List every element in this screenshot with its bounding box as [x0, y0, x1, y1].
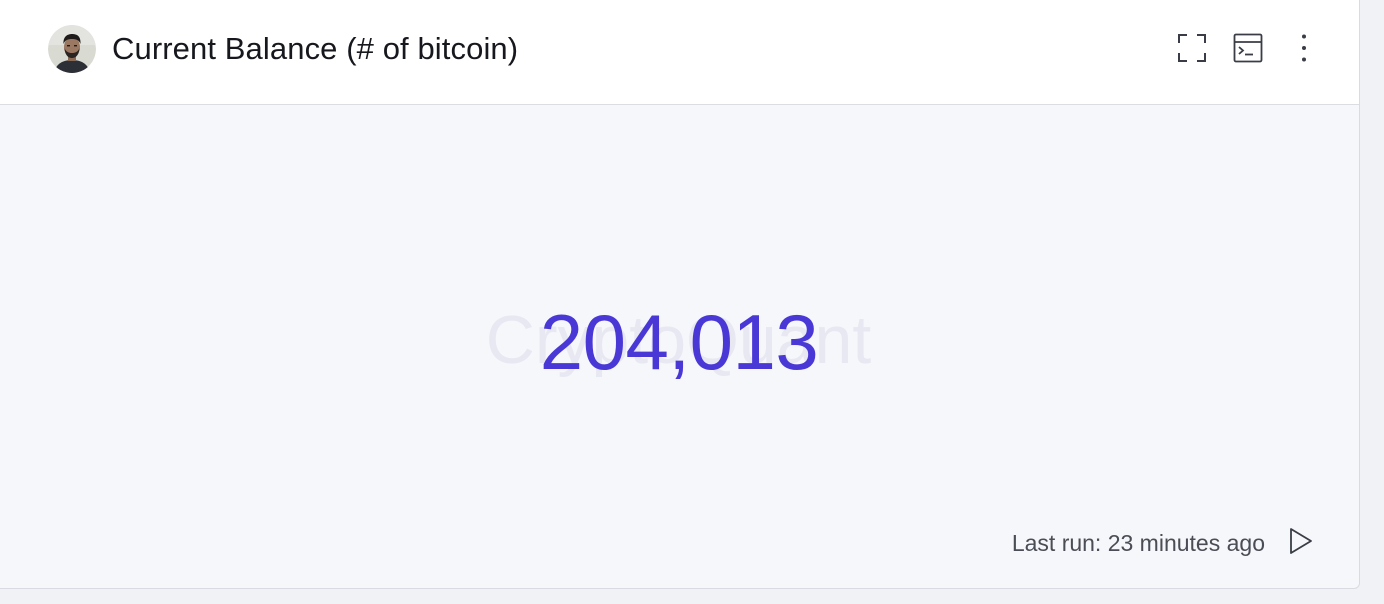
last-run-status: Last run: 23 minutes ago: [1011, 530, 1265, 556]
fullscreen-button[interactable]: [1172, 30, 1212, 70]
counter-widget-card: Current Balance (# of bitcoin) CryptoQua…: [0, 0, 1360, 589]
widget-body: CryptoQuant 204,013 Last run: 23 minutes…: [0, 105, 1359, 588]
more-vertical-icon: [1300, 33, 1308, 68]
fullscreen-icon: [1176, 32, 1208, 69]
card-header: Current Balance (# of bitcoin): [0, 0, 1359, 105]
metric-value: 204,013: [539, 298, 819, 386]
avatar[interactable]: [48, 25, 96, 73]
terminal-icon: [1233, 33, 1263, 68]
run-query-button[interactable]: [1284, 526, 1318, 560]
more-options-button[interactable]: [1284, 30, 1324, 70]
view-query-button[interactable]: [1228, 30, 1268, 70]
play-icon: [1288, 527, 1314, 560]
card-title: Current Balance (# of bitcoin): [112, 31, 519, 66]
